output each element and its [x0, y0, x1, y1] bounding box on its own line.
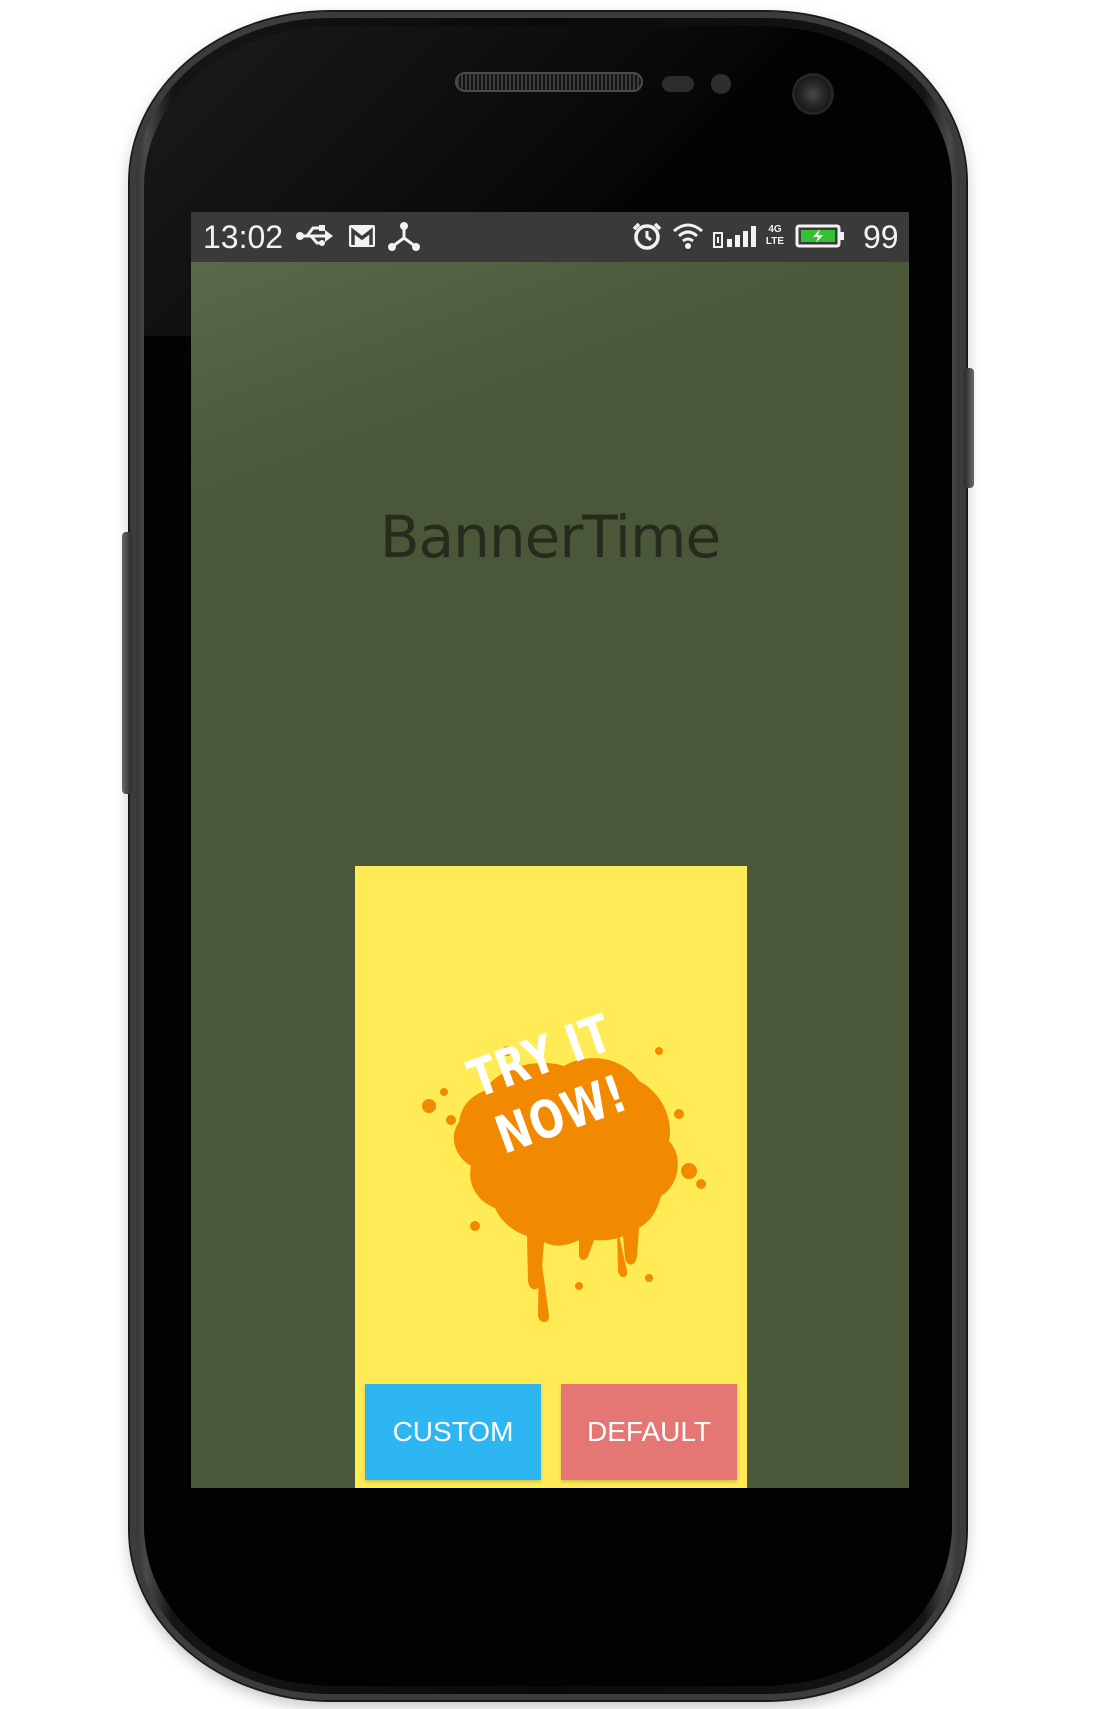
status-bar: 13:02 4G LTE 99	[191, 212, 909, 262]
custom-button[interactable]: CUSTOM	[365, 1384, 541, 1480]
power-button	[964, 368, 974, 488]
app-title: BannerTime	[379, 503, 721, 571]
battery-percent: 99	[863, 219, 899, 255]
network-label-4g: 4G	[768, 224, 782, 235]
network-label-lte: LTE	[765, 236, 785, 247]
screen-glare	[191, 262, 909, 662]
share-icon	[388, 222, 420, 251]
phone-screen: 13:02 4G LTE 99 BannerTime TRY IT NOW! C…	[191, 212, 909, 1488]
default-button[interactable]: DEFAULT	[561, 1384, 737, 1480]
wifi-icon	[673, 223, 703, 249]
network-4g-lte-icon: 4G LTE	[765, 221, 785, 251]
gmail-icon	[349, 225, 375, 247]
alarm-icon	[632, 222, 662, 250]
front-camera	[795, 76, 831, 112]
banner: TRY IT NOW! CUSTOM DEFAULT	[355, 866, 747, 1488]
usb-icon	[296, 225, 333, 246]
light-sensor	[711, 74, 731, 94]
volume-button	[122, 532, 132, 794]
battery-charging-icon	[795, 224, 844, 248]
status-time: 13:02	[203, 219, 284, 255]
proximity-sensor	[662, 76, 694, 92]
signal-icon	[713, 226, 756, 248]
earpiece-speaker	[455, 72, 643, 92]
